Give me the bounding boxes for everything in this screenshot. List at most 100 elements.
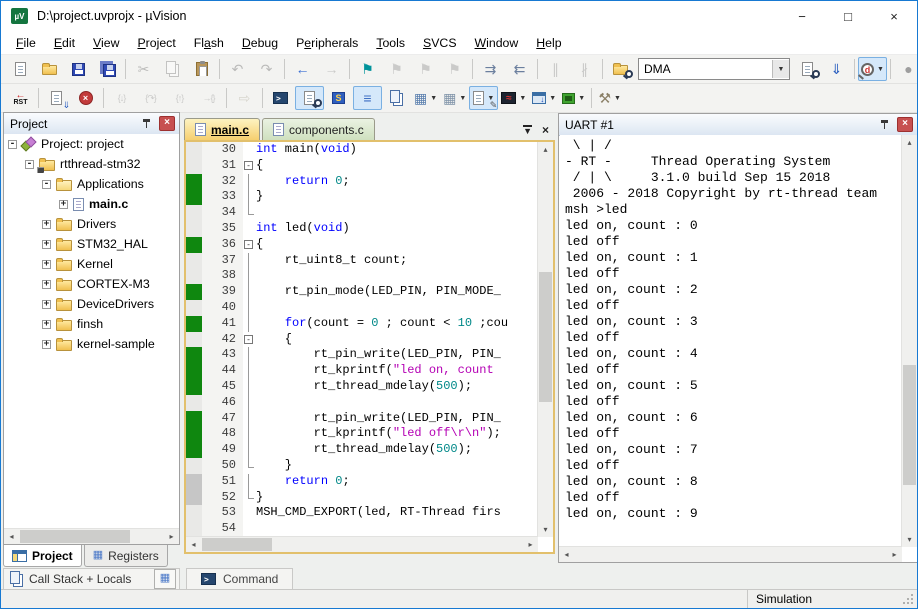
copy-button[interactable] xyxy=(158,57,187,81)
save-all-button[interactable] xyxy=(93,57,122,81)
step-out-button[interactable]: {↑} xyxy=(165,86,194,110)
tree-item-drivers[interactable]: +Drivers xyxy=(4,214,179,234)
search-document-button[interactable] xyxy=(793,57,822,81)
code-line-39[interactable]: 39 rt_pin_mode(LED_PIN, PIN_MODE_ xyxy=(186,284,538,300)
scrollbar-thumb[interactable] xyxy=(20,530,130,543)
command-window-button[interactable]: > xyxy=(266,86,295,110)
uart-horizontal-scrollbar[interactable]: ◂ ▸ xyxy=(559,546,902,562)
scroll-right-icon[interactable]: ▸ xyxy=(523,537,538,552)
code-line-45[interactable]: 45 rt_thread_mdelay(500); xyxy=(186,379,538,395)
dropdown-caret-icon[interactable]: ▼ xyxy=(614,95,621,102)
run-button[interactable]: ⇓ xyxy=(42,86,71,110)
dropdown-caret-icon[interactable]: ▼ xyxy=(549,95,556,102)
logic-analyzer-button[interactable]: ≈▼ xyxy=(498,86,529,110)
system-viewer-button[interactable]: ▼ xyxy=(529,86,559,110)
disassembly-window-button[interactable] xyxy=(295,86,324,110)
tree-item-devicedrivers[interactable]: +DeviceDrivers xyxy=(4,294,179,314)
tree-item-cortex-m3[interactable]: +CORTEX-M3 xyxy=(4,274,179,294)
open-file-button[interactable] xyxy=(35,57,64,81)
run-to-line-button[interactable]: →{} xyxy=(194,86,223,110)
code-line-49[interactable]: 49 rt_thread_mdelay(500); xyxy=(186,442,538,458)
plus-expander-icon[interactable]: + xyxy=(42,320,51,329)
callstack-dock[interactable]: Call Stack + Locals ▦ xyxy=(3,568,180,590)
tools-button[interactable]: ⚒▼ xyxy=(595,86,624,110)
fold-collapse-icon[interactable]: - xyxy=(244,161,253,170)
memory-grid-icon[interactable]: ▦ xyxy=(154,569,176,589)
plus-expander-icon[interactable]: + xyxy=(42,280,51,289)
incremental-find-button[interactable]: d▼ xyxy=(858,57,887,81)
command-tab[interactable]: > Command xyxy=(186,568,293,590)
uart-output[interactable]: \ | /- RT - Thread Operating System / | … xyxy=(560,135,902,547)
code-line-35[interactable]: 35int led(void) xyxy=(186,221,538,237)
code-line-37[interactable]: 37 rt_uint8_t count; xyxy=(186,253,538,269)
menu-file[interactable]: File xyxy=(7,33,45,53)
menu-window[interactable]: Window xyxy=(466,33,528,53)
plus-expander-icon[interactable]: + xyxy=(42,220,51,229)
find-combo[interactable]: DMA▼ xyxy=(638,58,790,80)
reset-button[interactable]: ←RST xyxy=(6,86,35,110)
scroll-right-icon[interactable]: ▸ xyxy=(887,547,902,562)
code-line-41[interactable]: 41 for(count = 0 ; count < 10 ;cou xyxy=(186,316,538,332)
uncomment-button[interactable]: ∦ xyxy=(570,57,599,81)
undo-button[interactable]: ↶ xyxy=(223,57,252,81)
code-line-42[interactable]: 42- { xyxy=(186,332,538,348)
tab-registers[interactable]: ▦Registers xyxy=(84,545,168,567)
redo-button[interactable]: ↷ xyxy=(252,57,281,81)
cut-button[interactable]: ✂ xyxy=(129,57,158,81)
tree-item-finsh[interactable]: +finsh xyxy=(4,314,179,334)
minimize-button[interactable]: − xyxy=(779,1,825,31)
stop-button[interactable]: × xyxy=(71,86,100,110)
find-in-files-button[interactable] xyxy=(606,57,635,81)
code-line-31[interactable]: 31-{ xyxy=(186,158,538,174)
code-line-44[interactable]: 44 rt_kprintf("led on, count xyxy=(186,363,538,379)
code-line-30[interactable]: 30int main(void) xyxy=(186,142,538,158)
code-line-48[interactable]: 48 rt_kprintf("led off\r\n"); xyxy=(186,426,538,442)
scrollbar-thumb[interactable] xyxy=(202,538,272,551)
editor-close-icon[interactable]: × xyxy=(542,124,549,136)
breakpoint-toggle-button[interactable]: ● xyxy=(894,57,918,81)
editor-tab-components-c[interactable]: components.c xyxy=(262,118,375,140)
tree-item-applications[interactable]: -Applications xyxy=(4,174,179,194)
tree-item-main-c[interactable]: +main.c xyxy=(4,194,179,214)
scroll-up-icon[interactable]: ▴ xyxy=(538,142,553,157)
scroll-left-icon[interactable]: ◂ xyxy=(559,547,574,562)
fold-column[interactable]: - xyxy=(243,332,256,348)
resize-grip[interactable] xyxy=(897,590,917,608)
code-area[interactable]: 30int main(void)31-{32 return 0;33}3435i… xyxy=(186,142,538,537)
scroll-down-icon[interactable]: ▾ xyxy=(538,522,553,537)
bookmark-prev-button[interactable]: ⚑ xyxy=(411,57,440,81)
dropdown-caret-icon[interactable]: ▼ xyxy=(578,95,585,102)
serial-window-button[interactable]: ≡ xyxy=(353,86,382,110)
bookmark-toggle-button[interactable]: ⚑ xyxy=(353,57,382,81)
find-next-button[interactable]: ⇓ xyxy=(822,57,851,81)
step-over-button[interactable]: {↷} xyxy=(136,86,165,110)
project-horizontal-scrollbar[interactable]: ◂ ▸ xyxy=(4,528,179,544)
paste-button[interactable] xyxy=(187,57,216,81)
project-panel-close-button[interactable]: × xyxy=(159,116,175,131)
plus-expander-icon[interactable]: + xyxy=(59,200,68,209)
tree-item-kernel-sample[interactable]: +kernel-sample xyxy=(4,334,179,354)
dropdown-caret-icon[interactable]: ▼ xyxy=(430,95,437,102)
fold-column[interactable]: - xyxy=(243,158,256,174)
menu-debug[interactable]: Debug xyxy=(233,33,287,53)
comment-button[interactable]: ∥ xyxy=(541,57,570,81)
fold-collapse-icon[interactable]: - xyxy=(244,240,253,249)
editor-tab-main-c[interactable]: main.c xyxy=(184,118,260,140)
new-file-button[interactable] xyxy=(6,57,35,81)
scroll-down-icon[interactable]: ▾ xyxy=(902,532,917,547)
code-line-52[interactable]: 52} xyxy=(186,490,538,506)
close-button[interactable]: × xyxy=(871,1,917,31)
code-line-33[interactable]: 33} xyxy=(186,189,538,205)
peripheral-dialog-button[interactable]: ▼ xyxy=(559,86,588,110)
code-line-43[interactable]: 43 rt_pin_write(LED_PIN, PIN_ xyxy=(186,347,538,363)
scroll-left-icon[interactable]: ◂ xyxy=(4,529,19,544)
dropdown-caret-icon[interactable]: ▼ xyxy=(877,66,884,73)
tree-item-kernel[interactable]: +Kernel xyxy=(4,254,179,274)
menu-flash[interactable]: Flash xyxy=(185,33,233,53)
save-button[interactable] xyxy=(64,57,93,81)
code-line-54[interactable]: 54 xyxy=(186,521,538,537)
scrollbar-thumb[interactable] xyxy=(903,365,916,485)
navigate-forward-button[interactable]: → xyxy=(317,57,346,81)
code-line-50[interactable]: 50 } xyxy=(186,458,538,474)
pin-icon[interactable] xyxy=(879,119,891,131)
